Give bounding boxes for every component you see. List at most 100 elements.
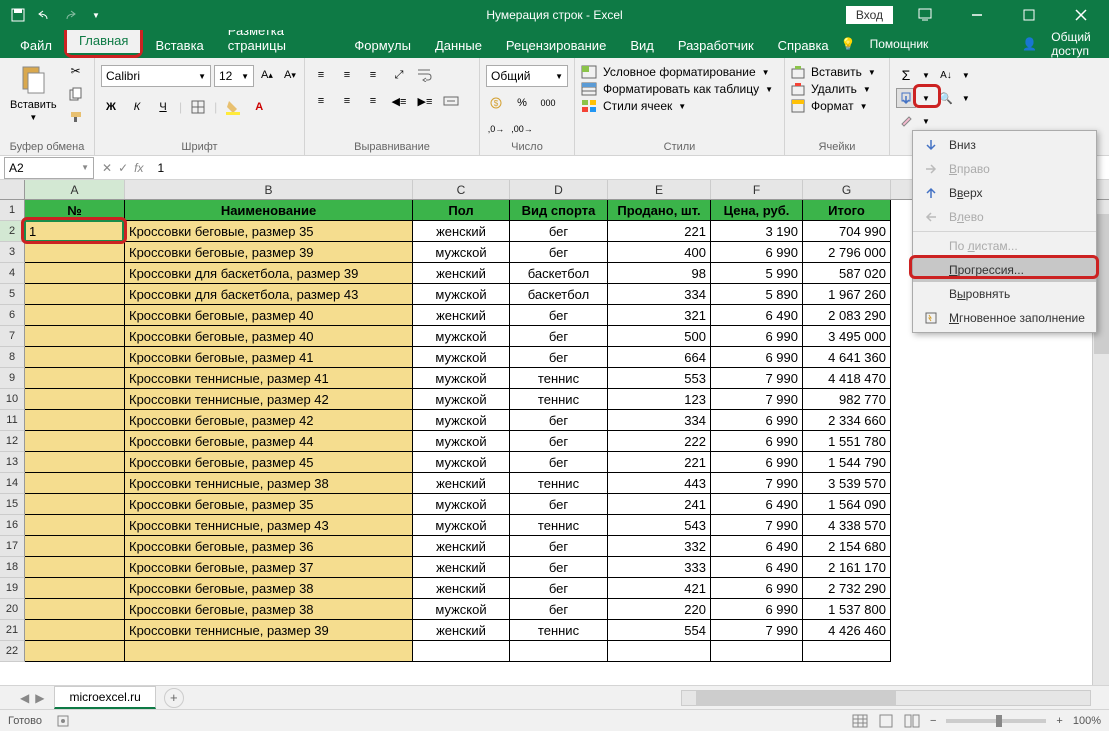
menu-fill-justify[interactable]: Выровнять (913, 282, 1096, 306)
cell[interactable]: бег (510, 326, 608, 347)
cell[interactable]: Кроссовки беговые, размер 35 (125, 494, 413, 515)
cell[interactable]: мужской (413, 452, 510, 473)
cell[interactable]: Кроссовки беговые, размер 40 (125, 326, 413, 347)
row-header[interactable]: 7 (0, 326, 25, 347)
align-left-icon[interactable]: ≡ (311, 91, 331, 111)
cell[interactable]: женский (413, 305, 510, 326)
cell[interactable] (25, 410, 125, 431)
view-page-break-icon[interactable] (904, 714, 920, 728)
cell[interactable]: 4 338 570 (803, 515, 891, 536)
row-header[interactable]: 16 (0, 515, 25, 536)
cell[interactable]: бег (510, 536, 608, 557)
cell[interactable]: мужской (413, 599, 510, 620)
tab-developer[interactable]: Разработчик (666, 33, 766, 58)
cell[interactable] (25, 536, 125, 557)
underline-icon[interactable]: Ч (153, 97, 173, 117)
cell[interactable]: теннис (510, 620, 608, 641)
align-right-icon[interactable]: ≡ (363, 91, 383, 111)
cell[interactable] (25, 305, 125, 326)
cell[interactable]: 1 551 780 (803, 431, 891, 452)
cell[interactable]: 7 990 (711, 389, 803, 410)
cell[interactable]: Кроссовки теннисные, размер 39 (125, 620, 413, 641)
sheet-tab-active[interactable]: microexcel.ru (54, 686, 155, 709)
cell[interactable]: бег (510, 431, 608, 452)
header-cell[interactable]: № (25, 200, 125, 221)
cell[interactable] (711, 641, 803, 662)
col-header-E[interactable]: E (608, 180, 711, 199)
cell[interactable]: Кроссовки для баскетбола, размер 43 (125, 284, 413, 305)
cell[interactable] (510, 641, 608, 662)
menu-fill-up[interactable]: Вверх (913, 181, 1096, 205)
cell[interactable]: 333 (608, 557, 711, 578)
cell[interactable]: мужской (413, 326, 510, 347)
cell[interactable]: 5 990 (711, 263, 803, 284)
row-header[interactable]: 17 (0, 536, 25, 557)
format-painter-icon[interactable] (65, 107, 87, 127)
cell[interactable]: 6 490 (711, 305, 803, 326)
borders-icon[interactable] (188, 97, 208, 117)
cell[interactable]: мужской (413, 515, 510, 536)
row-header[interactable]: 5 (0, 284, 25, 305)
cell[interactable]: бег (510, 494, 608, 515)
row-header[interactable]: 3 (0, 242, 25, 263)
row-header[interactable]: 1 (0, 200, 25, 221)
insert-cells-button[interactable]: Вставить ▼ (791, 65, 876, 79)
col-header-B[interactable]: B (125, 180, 413, 199)
increase-decimal-icon[interactable]: ,0→ (486, 119, 506, 139)
paste-button[interactable]: Вставить ▼ (6, 61, 61, 124)
row-header[interactable]: 12 (0, 431, 25, 452)
cell[interactable]: 6 990 (711, 347, 803, 368)
header-cell[interactable]: Цена, руб. (711, 200, 803, 221)
name-box[interactable]: A2▼ (4, 157, 94, 179)
cell[interactable]: 543 (608, 515, 711, 536)
sort-filter-icon[interactable]: A↓ (936, 65, 956, 85)
cell[interactable]: 3 190 (711, 221, 803, 242)
cell[interactable]: баскетбол (510, 284, 608, 305)
cell[interactable] (125, 641, 413, 662)
row-header[interactable]: 22 (0, 641, 25, 662)
cell[interactable]: мужской (413, 284, 510, 305)
row-header[interactable]: 11 (0, 410, 25, 431)
cell[interactable]: Кроссовки беговые, размер 42 (125, 410, 413, 431)
cell[interactable] (25, 599, 125, 620)
cell[interactable]: мужской (413, 347, 510, 368)
merge-icon[interactable] (441, 91, 461, 111)
row-header[interactable]: 21 (0, 620, 25, 641)
cell[interactable]: 334 (608, 284, 711, 305)
row-header[interactable]: 20 (0, 599, 25, 620)
sheet-nav-next-icon[interactable]: ▶ (35, 691, 44, 705)
cell[interactable]: 7 990 (711, 515, 803, 536)
row-header[interactable]: 15 (0, 494, 25, 515)
italic-icon[interactable]: К (127, 97, 147, 117)
save-icon[interactable] (10, 7, 26, 23)
header-cell[interactable]: Пол (413, 200, 510, 221)
cell[interactable]: 221 (608, 452, 711, 473)
cell[interactable]: 221 (608, 221, 711, 242)
cell[interactable]: бег (510, 305, 608, 326)
font-name-combo[interactable]: Calibri▼ (101, 65, 211, 87)
undo-icon[interactable] (36, 7, 52, 23)
cell[interactable] (25, 242, 125, 263)
cell[interactable]: 4 426 460 (803, 620, 891, 641)
cell[interactable]: теннис (510, 368, 608, 389)
increase-font-icon[interactable]: A▴ (257, 65, 277, 85)
cell[interactable]: 554 (608, 620, 711, 641)
align-bottom-icon[interactable]: ≡ (363, 65, 383, 85)
cell[interactable]: 222 (608, 431, 711, 452)
cell[interactable]: мужской (413, 410, 510, 431)
cell[interactable]: 7 990 (711, 620, 803, 641)
cell[interactable]: 1 544 790 (803, 452, 891, 473)
close-icon[interactable] (1061, 0, 1101, 30)
cell[interactable]: 553 (608, 368, 711, 389)
cell[interactable]: 1 (25, 221, 125, 242)
col-header-D[interactable]: D (510, 180, 608, 199)
cell[interactable] (25, 515, 125, 536)
cell[interactable]: 1 967 260 (803, 284, 891, 305)
cell[interactable] (25, 557, 125, 578)
col-header-F[interactable]: F (711, 180, 803, 199)
cell[interactable]: 2 154 680 (803, 536, 891, 557)
cell[interactable]: 1 564 090 (803, 494, 891, 515)
cell[interactable]: Кроссовки беговые, размер 40 (125, 305, 413, 326)
cell[interactable]: 123 (608, 389, 711, 410)
cell[interactable]: бег (510, 221, 608, 242)
